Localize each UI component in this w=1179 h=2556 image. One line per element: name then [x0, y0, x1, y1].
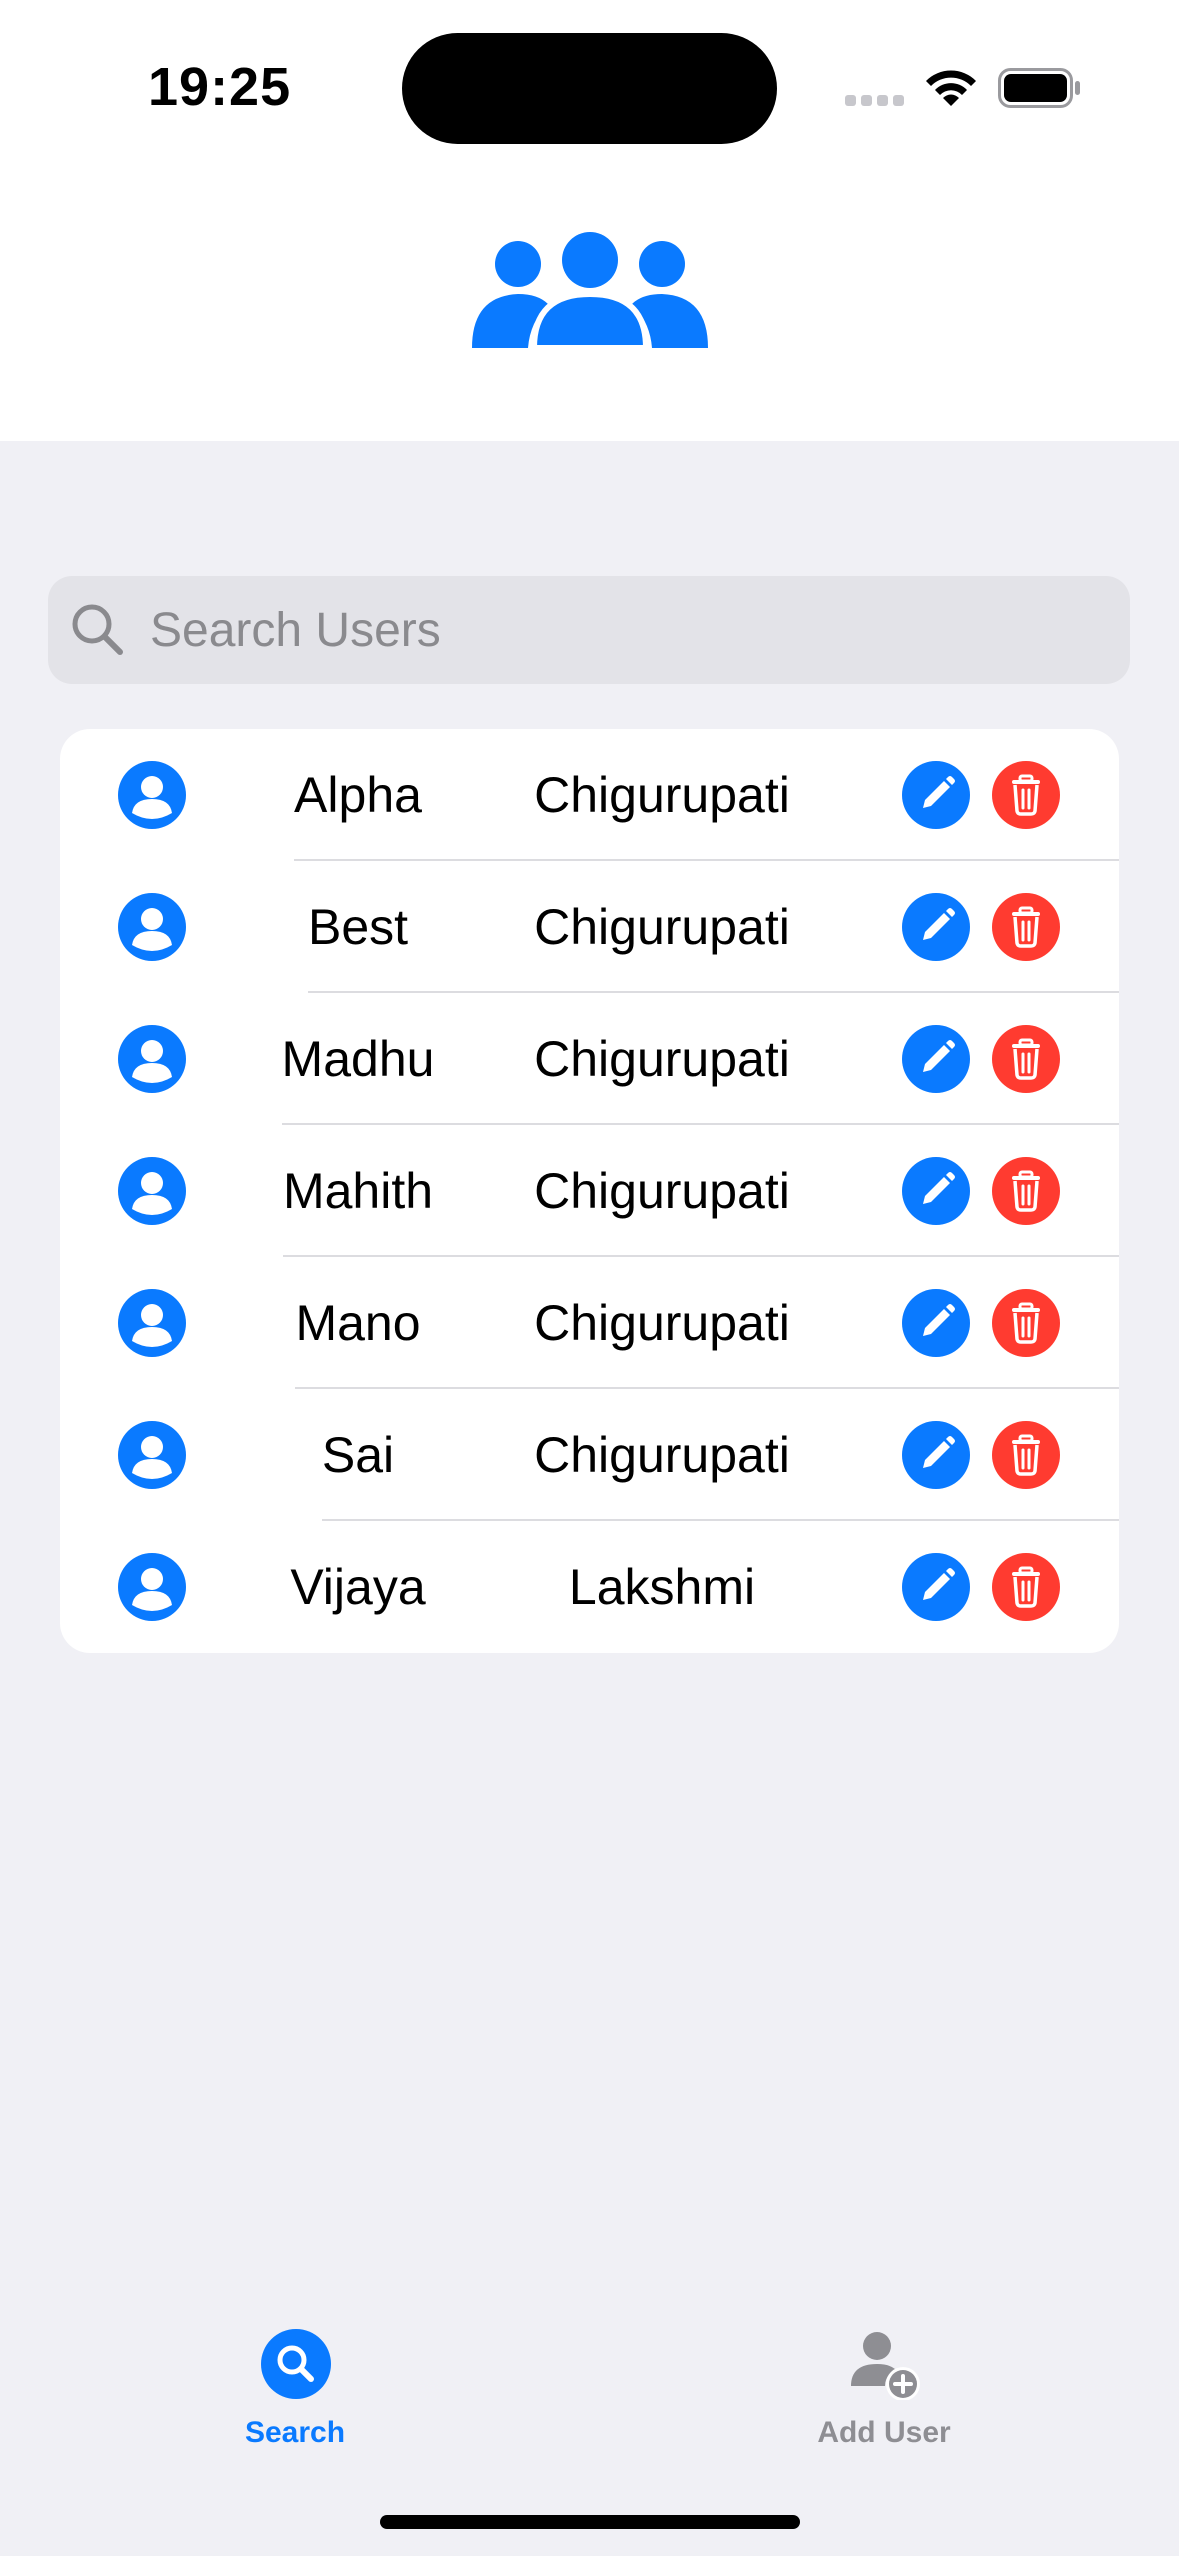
dynamic-island	[402, 33, 777, 144]
trash-icon	[1012, 1302, 1040, 1344]
search-icon	[72, 604, 123, 655]
people-group-icon	[472, 232, 708, 348]
first-name: Best	[307, 899, 409, 955]
last-name: Chigurupati	[534, 1295, 790, 1351]
search-bar[interactable]	[48, 576, 1130, 684]
pencil-icon	[923, 1172, 955, 1204]
first-name: Sai	[321, 1427, 395, 1483]
first-name: Vijaya	[290, 1559, 426, 1615]
search-input[interactable]	[138, 576, 1110, 684]
tab-add-user[interactable]: Add User	[754, 2320, 1014, 2460]
wifi-icon	[926, 70, 976, 106]
delete-user-button[interactable]	[992, 1157, 1060, 1225]
trash-icon	[1012, 1434, 1040, 1476]
status-time: 19:25	[148, 57, 292, 117]
user-row[interactable]: Mahith Chigurupati	[60, 1125, 1119, 1257]
person-badge-plus-icon	[851, 2332, 920, 2400]
edit-user-button[interactable]	[902, 1289, 970, 1357]
user-list: Alpha Chigurupati Best Chigurupati Madhu…	[60, 729, 1119, 1653]
user-row[interactable]: Vijaya Lakshmi	[60, 1521, 1119, 1653]
trash-icon	[1012, 1038, 1040, 1080]
person-circle-icon	[118, 1025, 186, 1093]
header-area: 19:25	[0, 0, 1179, 441]
last-name: Chigurupati	[534, 1427, 790, 1483]
trash-icon	[1012, 1170, 1040, 1212]
magnifying-glass-circle-icon	[261, 2329, 331, 2399]
edit-user-button[interactable]	[902, 761, 970, 829]
user-row[interactable]: Sai Chigurupati	[60, 1389, 1119, 1521]
last-name: Chigurupati	[534, 767, 790, 823]
last-name: Chigurupati	[534, 1031, 790, 1087]
person-circle-icon	[118, 1421, 186, 1489]
tab-search[interactable]: Search	[165, 2320, 425, 2460]
last-name: Chigurupati	[534, 899, 790, 955]
first-name: Mano	[295, 1295, 421, 1351]
first-name: Mahith	[282, 1163, 434, 1219]
person-circle-icon	[118, 893, 186, 961]
cellular-signal-icon	[845, 95, 904, 106]
delete-user-button[interactable]	[992, 1289, 1060, 1357]
last-name: Lakshmi	[568, 1559, 756, 1615]
first-name: Madhu	[281, 1031, 435, 1087]
person-circle-icon	[118, 1553, 186, 1621]
pencil-icon	[923, 908, 955, 940]
pencil-icon	[923, 776, 955, 808]
user-row[interactable]: Mano Chigurupati	[60, 1257, 1119, 1389]
pencil-icon	[923, 1568, 955, 1600]
trash-icon	[1012, 774, 1040, 816]
pencil-icon	[923, 1304, 955, 1336]
delete-user-button[interactable]	[992, 893, 1060, 961]
edit-user-button[interactable]	[902, 1421, 970, 1489]
home-indicator	[380, 2515, 800, 2529]
user-row[interactable]: Best Chigurupati	[60, 861, 1119, 993]
delete-user-button[interactable]	[992, 1025, 1060, 1093]
person-circle-icon	[118, 761, 186, 829]
tab-add-user-label: Add User	[817, 2416, 951, 2449]
first-name: Alpha	[294, 767, 422, 823]
edit-user-button[interactable]	[902, 893, 970, 961]
delete-user-button[interactable]	[992, 1421, 1060, 1489]
delete-user-button[interactable]	[992, 761, 1060, 829]
battery-icon	[998, 68, 1080, 108]
pencil-icon	[923, 1040, 955, 1072]
tab-search-label: Search	[244, 2416, 346, 2449]
trash-icon	[1012, 1566, 1040, 1608]
edit-user-button[interactable]	[902, 1157, 970, 1225]
person-circle-icon	[118, 1157, 186, 1225]
user-row[interactable]: Madhu Chigurupati	[60, 993, 1119, 1125]
last-name: Chigurupati	[534, 1163, 790, 1219]
edit-user-button[interactable]	[902, 1553, 970, 1621]
pencil-icon	[923, 1436, 955, 1468]
trash-icon	[1012, 906, 1040, 948]
delete-user-button[interactable]	[992, 1553, 1060, 1621]
user-row[interactable]: Alpha Chigurupati	[60, 729, 1119, 861]
edit-user-button[interactable]	[902, 1025, 970, 1093]
person-circle-icon	[118, 1289, 186, 1357]
